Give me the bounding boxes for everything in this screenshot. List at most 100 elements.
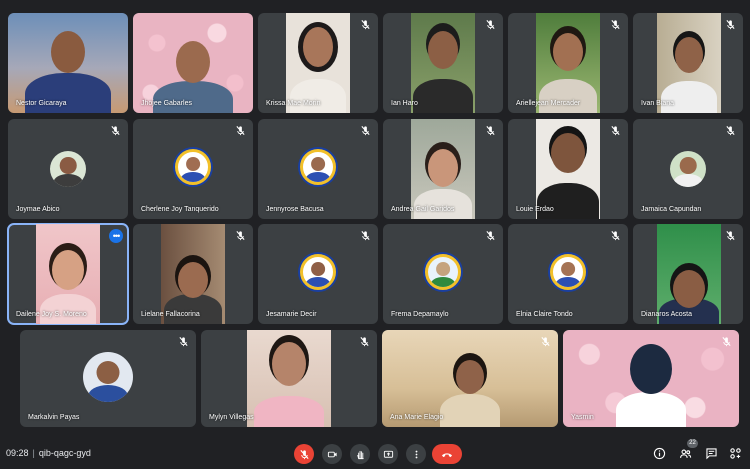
participant-tile-selected[interactable]: ••• Dailene Joy S. Moreno	[7, 223, 129, 325]
video-feed	[286, 13, 350, 113]
participant-name: Jesamarie Decir	[266, 311, 317, 318]
mic-off-icon	[235, 125, 246, 136]
mic-off-icon	[610, 19, 621, 30]
chat-icon	[705, 447, 717, 459]
video-feed	[536, 13, 600, 113]
activities-button[interactable]	[728, 446, 742, 460]
end-call-button[interactable]	[432, 444, 462, 464]
participant-name: Jamaica Capundan	[641, 206, 702, 213]
participant-name: Ana Marie Elagio	[390, 414, 444, 421]
avatar	[175, 149, 211, 185]
participant-grid: Nestor Gicaraya Jhojee Gabarles Krissa M…	[0, 0, 750, 432]
mic-off-icon	[359, 336, 370, 347]
participant-name: Louie Erdao	[516, 206, 554, 213]
video-feed	[536, 119, 600, 219]
participant-tile[interactable]: Ivan Biana	[633, 13, 743, 113]
participant-name: Andrea Gail Garidos	[391, 206, 455, 213]
mic-off-icon	[360, 19, 371, 30]
mic-off-icon	[360, 230, 371, 241]
participant-name: Frema Depamaylo	[391, 311, 449, 318]
participant-tile[interactable]: Markalvin Payas	[20, 330, 196, 427]
participant-name: Krissa Mae Morin	[266, 100, 321, 107]
avatar	[550, 254, 586, 290]
participant-tile[interactable]: Lielane Fallacorina	[133, 224, 253, 324]
video-feed	[36, 224, 100, 324]
avatar	[425, 254, 461, 290]
mic-off-icon	[299, 449, 309, 459]
present-screen-button[interactable]	[378, 444, 398, 464]
avatar	[50, 151, 86, 187]
avatar	[300, 254, 336, 290]
mic-off-icon	[178, 336, 189, 347]
video-feed	[563, 330, 739, 427]
present-screen-icon	[383, 450, 393, 458]
participant-tile[interactable]: Jesamarie Decir	[258, 224, 378, 324]
video-feed	[247, 330, 331, 427]
participant-tile[interactable]: Joymae Abico	[8, 119, 128, 219]
more-options-icon[interactable]: •••	[109, 229, 123, 243]
participant-tile[interactable]: Jennyrose Bacusa	[258, 119, 378, 219]
participant-name: Markalvin Payas	[28, 414, 80, 421]
participant-name: Joymae Abico	[16, 206, 60, 213]
mic-off-icon	[725, 19, 736, 30]
mic-off-icon	[485, 125, 496, 136]
mic-off-icon	[610, 230, 621, 241]
participant-tile[interactable]: Andrea Gail Garidos	[383, 119, 503, 219]
participant-name: Lielane Fallacorina	[141, 311, 200, 318]
mic-off-icon	[360, 125, 371, 136]
participant-tile[interactable]: Yasmin	[563, 330, 739, 427]
participant-tile[interactable]: Ariellejean Mercader	[508, 13, 628, 113]
mic-off-icon	[725, 230, 736, 241]
video-feed	[411, 13, 475, 113]
participant-name: Ian Haro	[391, 100, 418, 107]
participant-name: Ivan Biana	[641, 100, 675, 107]
raise-hand-icon	[356, 450, 364, 459]
raise-hand-button[interactable]	[350, 444, 370, 464]
participant-tile[interactable]: Elnia Claire Tondo	[508, 224, 628, 324]
participant-tile[interactable]: Nestor Gicaraya	[8, 13, 128, 113]
participant-tile[interactable]: Krissa Mae Morin	[258, 13, 378, 113]
mic-off-icon	[721, 336, 732, 347]
participant-name: Mylyn Villegas	[209, 414, 254, 421]
mic-off-icon	[610, 125, 621, 136]
participant-tile[interactable]: Ana Marie Elagio	[382, 330, 558, 427]
avatar	[300, 149, 336, 185]
activities-icon	[729, 447, 741, 459]
participant-name: Elnia Claire Tondo	[516, 311, 573, 318]
participant-tile[interactable]: Mylyn Villegas	[201, 330, 377, 427]
participant-name: Cherlene Joy Tanquerido	[141, 206, 219, 213]
people-button[interactable]	[678, 446, 692, 460]
meeting-code[interactable]: qib-qagc-gyd	[39, 448, 91, 458]
mic-off-icon	[235, 230, 246, 241]
camera-toggle-button[interactable]	[322, 444, 342, 464]
participant-name: Nestor Gicaraya	[16, 100, 67, 107]
meeting-details-button[interactable]	[652, 446, 666, 460]
participant-tile[interactable]: Jhojee Gabarles	[133, 13, 253, 113]
mic-off-icon	[110, 125, 121, 136]
participant-name: Dailene Joy S. Moreno	[16, 311, 87, 318]
people-icon	[679, 448, 691, 458]
participant-tile[interactable]: Frema Depamaylo	[383, 224, 503, 324]
video-feed	[657, 13, 721, 113]
participant-tile[interactable]: Louie Erdao	[508, 119, 628, 219]
participant-name: Dianaros Acosta	[641, 311, 692, 318]
video-feed	[161, 224, 225, 324]
participant-tile[interactable]: Jamaica Capundan	[633, 119, 743, 219]
participant-count-badge: 22	[687, 439, 698, 448]
participant-tile[interactable]: Ian Haro	[383, 13, 503, 113]
chat-button[interactable]	[704, 446, 718, 460]
participant-tile[interactable]: Cherlene Joy Tanquerido	[133, 119, 253, 219]
more-options-icon	[415, 450, 417, 458]
participant-name: Ariellejean Mercader	[516, 100, 581, 107]
video-feed	[8, 13, 128, 113]
participant-name: Jhojee Gabarles	[141, 100, 192, 107]
video-feed	[657, 224, 721, 324]
mic-toggle-button[interactable]	[294, 444, 314, 464]
participant-tile[interactable]: Dianaros Acosta	[633, 224, 743, 324]
participant-name: Jennyrose Bacusa	[266, 206, 324, 213]
avatar	[83, 352, 133, 402]
control-bar: 09:28 | qib-qagc-gyd 22	[0, 432, 750, 469]
more-options-button[interactable]	[406, 444, 426, 464]
participant-name: Yasmin	[571, 414, 594, 421]
info-icon	[653, 447, 665, 459]
